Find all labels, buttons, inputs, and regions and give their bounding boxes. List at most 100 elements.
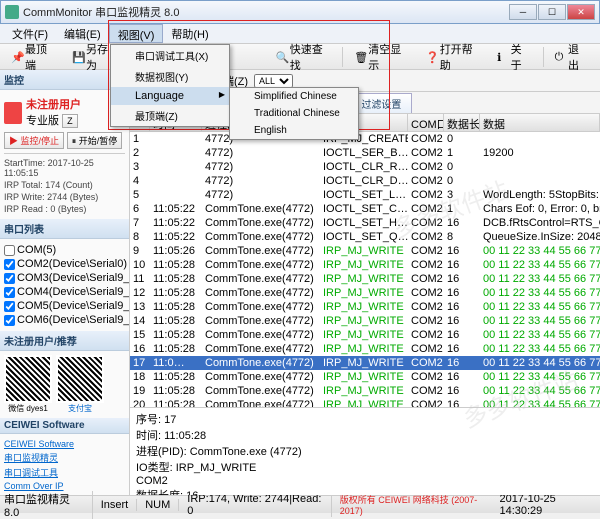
port-checkbox[interactable]	[4, 315, 15, 326]
port-label: COM6(Device\Serial9_3)	[17, 314, 130, 326]
detail-len: 数据长度: 16	[136, 487, 594, 495]
port-label: COM(5)	[17, 244, 56, 256]
port-item[interactable]: COM5(Device\Serial9_2)	[4, 299, 125, 313]
save-icon: 💾	[72, 51, 84, 63]
app-icon	[5, 5, 19, 19]
view-dropdown: 串口调试工具(X) 数据视图(Y) Language Simplified Ch…	[110, 44, 230, 127]
col-len[interactable]: 数据长度	[444, 114, 480, 131]
table-row[interactable]: 911:05:26CommTone.exe(4772)IRP_MJ_WRITEC…	[130, 244, 600, 258]
recommend-panel-header: 未注册用户/推荐	[0, 331, 129, 351]
port-label: COM5(Device\Serial9_2)	[17, 300, 130, 312]
menu-serial-tools[interactable]: 串口调试工具(X)	[111, 45, 229, 66]
user-icon	[4, 102, 22, 124]
menu-topmost[interactable]: 最顶端(Z)	[111, 105, 229, 126]
port-item[interactable]: COM2(Device\Serial0)	[4, 257, 125, 271]
stat-write: IRP Write: 2744 (Bytes)	[4, 191, 125, 203]
port-checkbox[interactable]	[4, 273, 15, 284]
detail-io: IO类型: IRP_MJ_WRITE	[136, 459, 594, 475]
ports-panel-header: 串口列表	[0, 219, 129, 239]
menu-language[interactable]: Language Simplified Chinese Traditional …	[111, 87, 229, 105]
info-icon: ℹ	[497, 51, 508, 63]
user-z-button[interactable]: Z	[62, 114, 78, 128]
titlebar: CommMonitor 串口监视精灵 8.0 ─ ☐ ✕	[0, 0, 600, 24]
content-area: 监 最顶端(Z) ALL ASCII视图 DUMP视图 IOCTL 视图 过滤设…	[130, 70, 600, 495]
help-icon: ❓	[426, 51, 438, 63]
port-label: COM2(Device\Serial0)	[17, 258, 127, 270]
table-row[interactable]: 1111:05:28CommTone.exe(4772)IRP_MJ_WRITE…	[130, 272, 600, 286]
language-submenu: Simplified Chinese Traditional Chinese E…	[229, 87, 359, 140]
filter-select[interactable]: ALL	[254, 74, 293, 88]
detail-time: 时间: 11:05:28	[136, 427, 594, 443]
lang-simplified[interactable]: Simplified Chinese	[230, 88, 358, 105]
sidebar-link[interactable]: CEIWEI Software	[4, 438, 125, 450]
tb-about-label: 关于	[511, 41, 532, 73]
tb-help-label: 打开帮助	[440, 41, 481, 73]
tb-exit-label: 退出	[568, 41, 589, 73]
table-row[interactable]: 2011:05:28CommTone.exe(4772)IRP_MJ_WRITE…	[130, 398, 600, 407]
exit-icon: ⏻	[555, 51, 566, 63]
tb-find-label: 快速查找	[290, 41, 331, 73]
table-row[interactable]: 1611:05:28CommTone.exe(4772)IRP_MJ_WRITE…	[130, 342, 600, 356]
grid-body[interactable]: 14772)IRP_MJ_CREATECOM2024772)IOCTL_SER_…	[130, 132, 600, 407]
stat-starttime: StartTime: 2017-10-25 11:05:15	[4, 157, 125, 179]
port-label: COM3(Device\Serial9_0)	[17, 272, 130, 284]
lang-english[interactable]: English	[230, 122, 358, 139]
table-row[interactable]: 34772)IOCTL_CLR_R…COM20	[130, 160, 600, 174]
sidebar-link[interactable]: 串口监视精灵	[4, 450, 125, 465]
table-row[interactable]: 1411:05:28CommTone.exe(4772)IRP_MJ_WRITE…	[130, 314, 600, 328]
user-version: 专业版	[26, 115, 59, 127]
pause-toggle-button[interactable]: ⏸ 开始/暂停	[67, 132, 123, 149]
maximize-button[interactable]: ☐	[538, 4, 566, 20]
col-com[interactable]: COM口	[408, 114, 444, 131]
table-row[interactable]: 811:05:22CommTone.exe(4772)IOCTL_SET_Q…C…	[130, 230, 600, 244]
status-app: 串口监视精灵 8.0	[4, 491, 93, 519]
clear-icon: 🗑	[354, 51, 366, 63]
tab-filter[interactable]: 过滤设置	[350, 93, 412, 113]
toolbar: 📌最顶端 💾另存为 🔍快速查找 🗑清空显示 ❓打开帮助 ℹ关于 ⏻退出	[0, 44, 600, 70]
table-row[interactable]: 1911:05:28CommTone.exe(4772)IRP_MJ_WRITE…	[130, 384, 600, 398]
port-item[interactable]: COM3(Device\Serial9_0)	[4, 271, 125, 285]
monitor-toggle-button[interactable]: ▶ 监控/停止	[4, 132, 64, 149]
stat-total: IRP Total: 174 (Count)	[4, 179, 125, 191]
table-row[interactable]: 54772)IOCTL_SET_L…COM23WordLength: 5Stop…	[130, 188, 600, 202]
detail-seq: 序号: 17	[136, 411, 594, 427]
table-row[interactable]: 14772)IRP_MJ_CREATECOM20	[130, 132, 600, 146]
user-status: 未注册用户	[26, 96, 81, 112]
menu-help[interactable]: 帮助(H)	[163, 24, 216, 43]
menu-data-view[interactable]: 数据视图(Y)	[111, 66, 229, 87]
port-item[interactable]: COM6(Device\Serial9_3)	[4, 313, 125, 327]
table-row[interactable]: 611:05:22CommTone.exe(4772)IOCTL_SET_C…C…	[130, 202, 600, 216]
tb-clear-label: 清空显示	[368, 41, 409, 73]
port-label: COM4(Device\Serial9_1)	[17, 286, 130, 298]
window-title: CommMonitor 串口监视精灵 8.0	[23, 4, 509, 20]
table-row[interactable]: 24772)IOCTL_SER_B…COM2119200	[130, 146, 600, 160]
table-row[interactable]: 44772)IOCTL_CLR_D…COM20	[130, 174, 600, 188]
alipay-qr	[56, 355, 104, 403]
table-row[interactable]: 711:05:22CommTone.exe(4772)IOCTL_SET_H…C…	[130, 216, 600, 230]
port-checkbox[interactable]	[4, 245, 15, 256]
tb-topmost-label: 最顶端	[25, 41, 56, 73]
wechat-label: 微信 dyes1	[4, 403, 52, 414]
table-row[interactable]: 1011:05:28CommTone.exe(4772)IRP_MJ_WRITE…	[130, 258, 600, 272]
table-row[interactable]: 1711:0…CommTone.exe(4772)IRP_MJ_WRITECOM…	[130, 356, 600, 370]
port-item[interactable]: COM4(Device\Serial9_1)	[4, 285, 125, 299]
port-checkbox[interactable]	[4, 259, 15, 270]
alipay-label: 支付宝	[56, 403, 104, 414]
lang-traditional[interactable]: Traditional Chinese	[230, 105, 358, 122]
table-row[interactable]: 1211:05:28CommTone.exe(4772)IRP_MJ_WRITE…	[130, 286, 600, 300]
col-data[interactable]: 数据	[480, 114, 600, 131]
port-checkbox[interactable]	[4, 287, 15, 298]
pin-icon: 📌	[11, 51, 23, 63]
port-checkbox[interactable]	[4, 301, 15, 312]
minimize-button[interactable]: ─	[509, 4, 537, 20]
search-icon: 🔍	[276, 51, 288, 63]
sidebar: 监控 未注册用户 专业版 Z ▶ 监控/停止 ⏸ 开始/暂停 StartTime…	[0, 70, 130, 495]
port-item[interactable]: COM(5)	[4, 243, 125, 257]
close-button[interactable]: ✕	[567, 4, 595, 20]
table-row[interactable]: 1511:05:28CommTone.exe(4772)IRP_MJ_WRITE…	[130, 328, 600, 342]
table-row[interactable]: 1811:05:28CommTone.exe(4772)IRP_MJ_WRITE…	[130, 370, 600, 384]
status-num: NUM	[145, 499, 179, 511]
detail-panel: 序号: 17 时间: 11:05:28 进程(PID): CommTone.ex…	[130, 407, 600, 495]
table-row[interactable]: 1311:05:28CommTone.exe(4772)IRP_MJ_WRITE…	[130, 300, 600, 314]
sidebar-link[interactable]: 串口调试工具	[4, 465, 125, 480]
